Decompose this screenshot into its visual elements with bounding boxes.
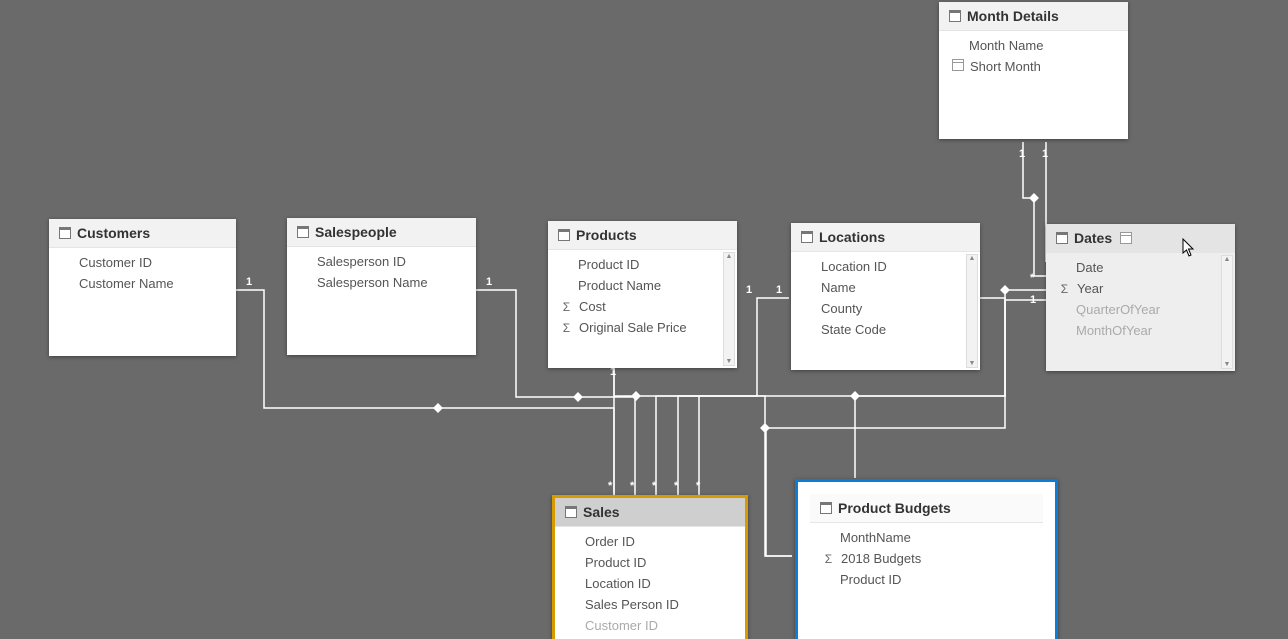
table-icon [1056, 232, 1068, 244]
table-product-budgets[interactable]: Product Budgets MonthName 2018 Budgets P… [795, 479, 1058, 639]
table-icon [820, 502, 832, 514]
table-title: Salespeople [315, 224, 397, 240]
field-row[interactable]: Customer ID [555, 615, 745, 636]
field-row[interactable]: Salesperson Name [287, 272, 476, 293]
cardinality-many: * [608, 480, 612, 492]
table-icon [558, 229, 570, 241]
table-icon [297, 226, 309, 238]
scrollbar[interactable] [1221, 255, 1233, 369]
field-row[interactable]: Original Sale Price [548, 317, 725, 338]
field-row[interactable]: Customer ID [49, 252, 236, 273]
cardinality-many: * [630, 480, 634, 492]
table-customers[interactable]: Customers Customer ID Customer Name [49, 219, 236, 356]
field-row[interactable]: Sales Person ID [555, 594, 745, 615]
table-month-details[interactable]: Month Details Month Name Short Month [939, 2, 1128, 139]
cardinality-one: 1 [246, 276, 252, 288]
field-row[interactable]: Short Month [939, 56, 1128, 77]
cardinality-many: * [1030, 272, 1034, 284]
field-row[interactable]: Product ID [810, 569, 1043, 590]
table-header[interactable]: Month Details [939, 2, 1128, 31]
cardinality-one: 1 [746, 284, 752, 296]
field-row[interactable]: MonthName [810, 527, 1043, 548]
date-icon [952, 59, 964, 71]
table-icon [59, 227, 71, 239]
cardinality-many: * [674, 480, 678, 492]
table-title: Locations [819, 229, 885, 245]
table-header[interactable]: Salespeople [287, 218, 476, 247]
field-row[interactable]: Date [1046, 257, 1223, 278]
table-header[interactable]: Sales [555, 498, 745, 527]
table-header[interactable]: Products [548, 221, 737, 250]
field-row[interactable]: Month Name [939, 35, 1128, 56]
sigma-icon [822, 552, 835, 566]
field-row[interactable]: County [791, 298, 968, 319]
scrollbar[interactable] [723, 252, 735, 366]
table-header[interactable]: Dates [1046, 224, 1235, 253]
table-icon [801, 231, 813, 243]
sigma-icon [1058, 282, 1071, 296]
table-header[interactable]: Customers [49, 219, 236, 248]
table-title: Customers [77, 225, 150, 241]
table-title: Month Details [967, 8, 1059, 24]
table-salespeople[interactable]: Salespeople Salesperson ID Salesperson N… [287, 218, 476, 355]
field-row[interactable]: Salesperson ID [287, 251, 476, 272]
field-row[interactable]: Order ID [555, 531, 745, 552]
cardinality-many: * [696, 480, 700, 492]
sigma-icon [560, 321, 573, 335]
field-row[interactable]: Location ID [555, 573, 745, 594]
field-row[interactable]: Cost [548, 296, 725, 317]
table-icon [949, 10, 961, 22]
table-products[interactable]: Products Product ID Product Name Cost Or… [548, 221, 737, 368]
cardinality-one: 1 [1030, 294, 1036, 306]
table-title: Dates [1074, 230, 1112, 246]
field-row[interactable]: Location ID [791, 256, 968, 277]
cardinality-one: 1 [1042, 148, 1048, 160]
field-row[interactable]: Customer Name [49, 273, 236, 294]
date-table-icon [1120, 232, 1132, 244]
field-row[interactable]: MonthOfYear [1046, 320, 1223, 341]
table-locations[interactable]: Locations Location ID Name County State … [791, 223, 980, 370]
table-header[interactable]: Product Budgets [810, 494, 1043, 523]
field-row[interactable]: Product Name [548, 275, 725, 296]
table-dates[interactable]: Dates Date Year QuarterOfYear MonthOfYea… [1046, 224, 1235, 371]
table-title: Sales [583, 504, 620, 520]
table-sales[interactable]: Sales Order ID Product ID Location ID Sa… [552, 495, 748, 639]
cardinality-one: 1 [776, 284, 782, 296]
cardinality-many: * [652, 480, 656, 492]
field-row[interactable]: Product ID [555, 552, 745, 573]
field-row[interactable]: State Code [791, 319, 968, 340]
cardinality-one: 1 [1019, 148, 1025, 160]
field-row[interactable]: 2018 Budgets [810, 548, 1043, 569]
field-row[interactable]: QuarterOfYear [1046, 299, 1223, 320]
field-row[interactable]: Product ID [548, 254, 725, 275]
table-header[interactable]: Locations [791, 223, 980, 252]
sigma-icon [560, 300, 573, 314]
scrollbar[interactable] [966, 254, 978, 368]
table-title: Product Budgets [838, 500, 951, 516]
field-row[interactable]: Name [791, 277, 968, 298]
table-title: Products [576, 227, 637, 243]
field-row[interactable]: Year [1046, 278, 1223, 299]
table-icon [565, 506, 577, 518]
cardinality-one: 1 [486, 276, 492, 288]
